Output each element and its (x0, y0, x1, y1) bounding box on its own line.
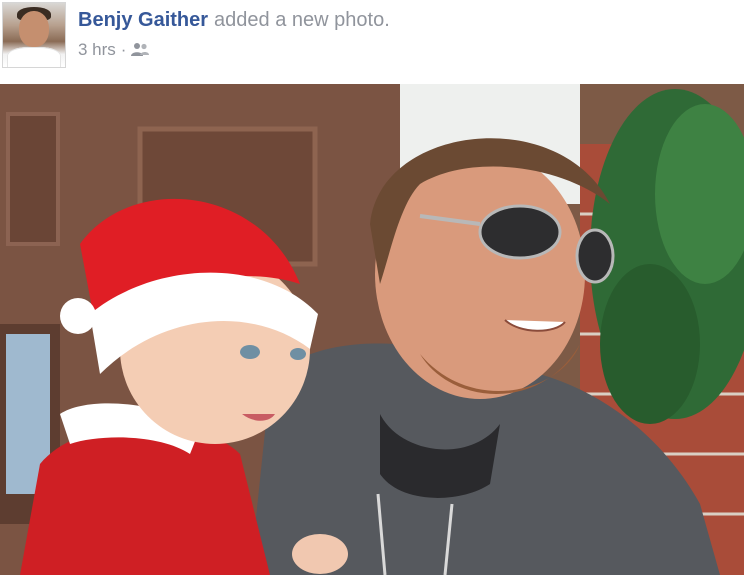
post-meta: 3 hrs · (78, 40, 151, 60)
post-photo[interactable] (0, 84, 744, 575)
meta-separator: · (120, 40, 127, 59)
author-name-link[interactable]: Benjy Gaither (78, 9, 208, 31)
post-headline: Benjy Gaither added a new photo. (78, 8, 390, 32)
friends-icon[interactable] (131, 42, 151, 58)
avatar-shirt (7, 47, 61, 67)
post-header: Benjy Gaither added a new photo. 3 hrs · (0, 0, 744, 84)
avatar-face (19, 11, 49, 47)
post-timestamp[interactable]: 3 hrs (78, 40, 116, 60)
post-action-text: added a new photo. (214, 9, 390, 31)
avatar[interactable] (2, 2, 66, 68)
